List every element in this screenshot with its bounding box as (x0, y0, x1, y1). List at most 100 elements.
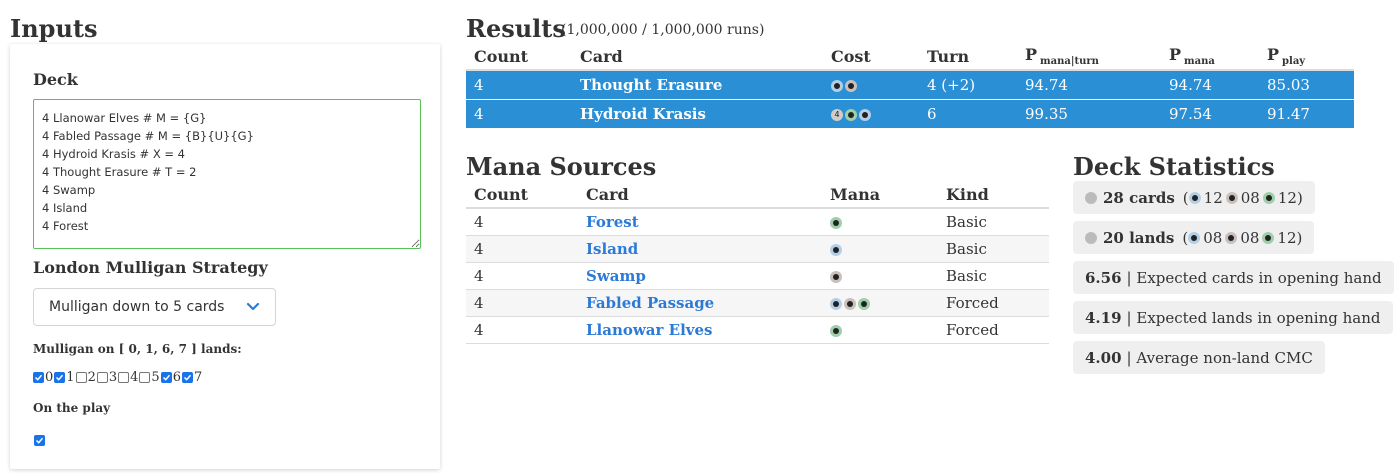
stat-lands-blue: 08 (1203, 228, 1223, 247)
mana-source-count: 4 (466, 235, 578, 263)
green-mana-icon (1262, 191, 1275, 204)
results-card: Thought Erasure (572, 70, 823, 100)
stat-expected-lands-value: 4.19 (1085, 308, 1122, 327)
mulligan-strategy-value: Mulligan down to 5 cards (49, 299, 225, 315)
blue-mana-icon (830, 298, 842, 310)
header-p-play: Pplay (1259, 43, 1354, 71)
results-turn: 4 (+2) (919, 70, 1017, 100)
mana-sources-table: Count Card Mana Kind 4 Forest Basic 4 Island… (466, 181, 1049, 344)
deck-label: Deck (33, 70, 78, 89)
results-cost (823, 70, 919, 100)
on-play-checkbox[interactable] (34, 435, 45, 446)
results-p-mana: 97.54 (1161, 99, 1259, 129)
stat-expected-lands-text: | Expected lands in opening hand (1126, 308, 1381, 327)
results-header-row: Count Card Cost Turn Pmana|turn Pmana Pp… (466, 43, 1354, 71)
land-checkbox-item: 6 (160, 370, 181, 385)
mana-header-mana: Mana (822, 181, 938, 209)
chevron-down-icon (246, 298, 260, 320)
land-checkbox[interactable] (33, 372, 44, 383)
mana-source-count: 4 (466, 316, 578, 344)
blue-mana-icon (831, 80, 843, 92)
mana-source-row: 4 Island Basic (466, 235, 1049, 263)
black-mana-icon (830, 271, 842, 283)
cards-icon (1085, 191, 1097, 204)
mana-source-mana (822, 235, 938, 263)
deck-statistics-title: Deck Statistics (1073, 152, 1275, 181)
results-count: 4 (466, 70, 572, 100)
mana-source-mana (822, 289, 938, 317)
black-mana-icon (844, 298, 856, 310)
mulligan-strategy-select[interactable]: Mulligan down to 5 cards (33, 288, 276, 326)
results-row: 4 Hydroid Krasis 4 6 99.35 97.54 91.47 (466, 99, 1354, 129)
land-checkbox-label: 1 (66, 370, 75, 385)
green-mana-icon (830, 217, 842, 229)
deck-textarea[interactable] (33, 99, 421, 249)
green-mana-icon (845, 109, 857, 121)
blue-mana-icon (830, 244, 842, 256)
mana-source-mana (822, 316, 938, 344)
land-checkbox[interactable] (96, 372, 108, 383)
land-checkbox[interactable] (181, 372, 193, 383)
on-play-label: On the play (33, 401, 111, 415)
header-count: Count (466, 43, 572, 71)
results-turn: 6 (919, 99, 1017, 129)
header-p-mana-turn: Pmana|turn (1017, 43, 1161, 71)
results-p-play: 85.03 (1259, 70, 1354, 100)
land-checkbox-item: 3 (96, 370, 118, 385)
black-mana-icon (1225, 231, 1238, 244)
black-mana-icon (845, 80, 857, 92)
blue-mana-icon (1188, 231, 1201, 244)
stat-lands-black: 08 (1240, 228, 1260, 247)
results-cost: 4 (823, 99, 919, 129)
land-checkbox-item: 4 (118, 370, 138, 385)
stat-cards-green: 12 (1277, 188, 1297, 207)
mana-source-row: 4 Fabled Passage Forced (466, 289, 1049, 317)
results-p-mana-turn: 94.74 (1017, 70, 1161, 100)
mana-source-kind: Forced (938, 316, 1049, 344)
mana-source-card-link[interactable]: Llanowar Elves (578, 316, 822, 344)
mana-source-card-link[interactable]: Fabled Passage (578, 289, 822, 317)
land-checkbox-item: 1 (54, 370, 75, 385)
green-mana-icon (1262, 231, 1275, 244)
stat-expected-lands: 4.19 | Expected lands in opening hand (1073, 301, 1393, 334)
results-p-play: 91.47 (1259, 99, 1354, 129)
land-checkbox-item: 5 (139, 370, 160, 385)
mana-source-card-link[interactable]: Island (578, 235, 822, 263)
results-table: Count Card Cost Turn Pmana|turn Pmana Pp… (466, 43, 1354, 129)
mana-source-count: 4 (466, 262, 578, 290)
mana-source-card-link[interactable]: Forest (578, 208, 822, 236)
results-subtitle: (1,000,000 / 1,000,000 runs) (561, 22, 765, 38)
stat-cards-black: 08 (1240, 188, 1260, 207)
land-checkbox[interactable] (75, 372, 87, 383)
mana-source-kind: Basic (938, 262, 1049, 290)
generic-mana-icon: 4 (831, 109, 843, 121)
mana-source-row: 4 Forest Basic (466, 208, 1049, 236)
stat-average-cmc-value: 4.00 (1085, 348, 1122, 367)
stat-lands-label: 20 lands (1103, 228, 1175, 247)
stat-expected-cards-value: 6.56 (1085, 268, 1122, 287)
header-card: Card (572, 43, 823, 71)
results-count: 4 (466, 99, 572, 129)
land-checkbox[interactable] (118, 372, 130, 383)
mana-source-card-link[interactable]: Swamp (578, 262, 822, 290)
results-p-mana: 94.74 (1161, 70, 1259, 100)
mana-header-row: Count Card Mana Kind (466, 181, 1049, 209)
stat-lands-green: 12 (1277, 228, 1297, 247)
land-checkbox-label: 2 (87, 370, 96, 385)
land-checkbox[interactable] (160, 372, 172, 383)
mulligan-lands-label: Mulligan on [ 0, 1, 6, 7 ] lands: (33, 342, 242, 356)
mana-source-kind: Basic (938, 235, 1049, 263)
green-mana-icon (830, 325, 842, 337)
stat-average-cmc-text: | Average non-land CMC (1126, 348, 1313, 367)
land-checkbox-label: 6 (172, 370, 181, 385)
land-checkbox-label: 3 (108, 370, 118, 385)
land-checkbox[interactable] (54, 372, 66, 383)
land-checkbox[interactable] (139, 372, 151, 383)
mana-source-mana (822, 262, 938, 290)
mana-source-row: 4 Swamp Basic (466, 262, 1049, 290)
mana-source-kind: Forced (938, 289, 1049, 317)
header-p-mana: Pmana (1161, 43, 1259, 71)
lands-icon (1085, 231, 1097, 244)
land-checkbox-label: 4 (130, 370, 139, 385)
mulligan-lands-checkboxes: 01234567 (33, 370, 203, 385)
